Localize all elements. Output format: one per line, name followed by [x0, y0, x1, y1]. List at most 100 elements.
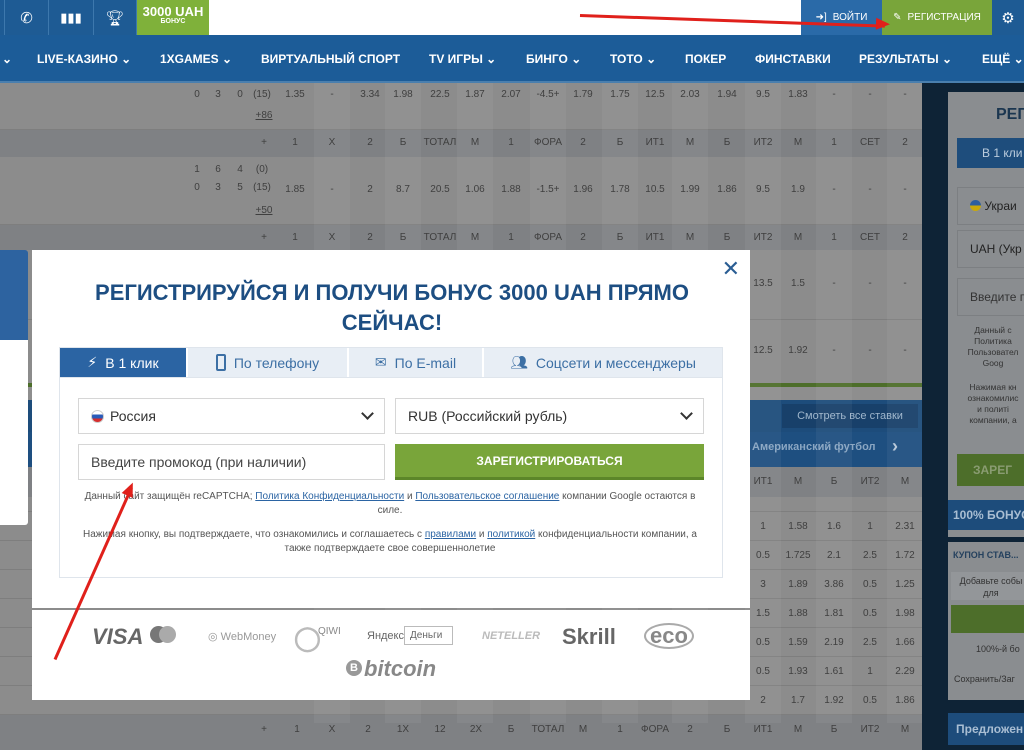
policy-link[interactable]: политикой	[487, 529, 535, 540]
odds-cell[interactable]: -	[817, 89, 851, 100]
nav-item[interactable]: ТОТО ⌄	[610, 35, 656, 83]
odds-cell[interactable]: 2.5	[853, 550, 887, 561]
nav-item[interactable]: ФИНСТАВКИ	[755, 35, 831, 83]
odds-cell[interactable]: 1.78	[603, 184, 637, 195]
tab-one-click[interactable]: ⚡︎ В 1 клик	[60, 348, 188, 377]
odds-cell[interactable]: 1.92	[817, 695, 851, 706]
sidebar-one-click-tab[interactable]: В 1 кли	[957, 138, 1024, 168]
odds-cell[interactable]: 12.5	[746, 345, 780, 356]
bonus-button[interactable]: 3000 UAH БОНУС	[137, 0, 209, 35]
odds-cell[interactable]: -	[315, 89, 349, 100]
nav-item[interactable]: ВИРТУАЛЬНЫЙ СПОРТ	[261, 35, 400, 83]
tab-social[interactable]: 👥︎ Соцсети и мессенджеры	[484, 348, 722, 377]
nav-item[interactable]: РЕЗУЛЬТАТЫ ⌄	[859, 35, 952, 83]
odds-cell[interactable]: -4.5+	[531, 89, 565, 100]
sidebar-bonus-banner[interactable]: 100% БОНУС	[948, 500, 1024, 530]
odds-cell[interactable]: 0.5	[746, 637, 780, 648]
nav-item[interactable]: БИНГО ⌄	[526, 35, 581, 83]
promo-input[interactable]: Введите промокод (при наличии)	[78, 444, 385, 480]
odds-cell[interactable]: 0.5	[853, 579, 887, 590]
odds-cell[interactable]: -	[888, 345, 922, 356]
sidebar-register-button[interactable]: ЗАРЕГ	[957, 454, 1024, 486]
odds-cell[interactable]: 2	[353, 184, 387, 195]
trophy-button[interactable]: 🏆︎	[94, 0, 137, 35]
odds-cell[interactable]: 8.7	[386, 184, 420, 195]
odds-cell[interactable]: 1.99	[673, 184, 707, 195]
odds-cell[interactable]: 2.29	[888, 666, 922, 677]
odds-cell[interactable]: 1.7	[781, 695, 815, 706]
odds-cell[interactable]: -	[853, 89, 887, 100]
odds-cell[interactable]: 1.86	[888, 695, 922, 706]
odds-cell[interactable]: 1.88	[781, 608, 815, 619]
tab-email[interactable]: ✉ По E-mail	[349, 348, 484, 377]
odds-cell[interactable]: 1.06	[458, 184, 492, 195]
odds-cell[interactable]: -	[817, 345, 851, 356]
odds-cell[interactable]: 1.96	[566, 184, 600, 195]
odds-cell[interactable]: -	[817, 278, 851, 289]
terms-link[interactable]: Пользовательское соглашение	[415, 491, 559, 502]
rules-link[interactable]: правилами	[425, 529, 476, 540]
odds-cell[interactable]: 20.5	[423, 184, 457, 195]
privacy-policy-link[interactable]: Политика Конфиденциальности	[255, 491, 404, 502]
odds-cell[interactable]: 2	[746, 695, 780, 706]
odds-cell[interactable]: 1.79	[566, 89, 600, 100]
odds-cell[interactable]: 1.59	[781, 637, 815, 648]
odds-cell[interactable]: 13.5	[746, 278, 780, 289]
odds-cell[interactable]: 3.34	[353, 89, 387, 100]
currency-select[interactable]: RUB (Российский рубль)	[395, 398, 704, 434]
nav-item[interactable]: TV ИГРЫ ⌄	[429, 35, 496, 83]
nav-item[interactable]: ЕЩЁ ⌄	[982, 35, 1024, 83]
odds-cell[interactable]: 2.19	[817, 637, 851, 648]
odds-cell[interactable]: 9.5	[746, 184, 780, 195]
sidebar-currency-select[interactable]: UAH (Укр	[957, 230, 1024, 268]
odds-cell[interactable]: 10.5	[638, 184, 672, 195]
odds-cell[interactable]: 1.92	[781, 345, 815, 356]
phone-button[interactable]: ✆	[5, 0, 49, 35]
nav-chevron-icon[interactable]: ⌄	[2, 35, 12, 83]
odds-cell[interactable]: -	[888, 184, 922, 195]
odds-cell[interactable]: 3	[746, 579, 780, 590]
odds-cell[interactable]: 1	[853, 666, 887, 677]
odds-cell[interactable]: -	[853, 345, 887, 356]
odds-cell[interactable]: 1.58	[781, 521, 815, 532]
odds-cell[interactable]: 2.31	[888, 521, 922, 532]
odds-cell[interactable]: -	[853, 184, 887, 195]
odds-cell[interactable]: 1.88	[494, 184, 528, 195]
odds-cell[interactable]: 1.725	[781, 550, 815, 561]
nav-item[interactable]: ПОКЕР	[685, 35, 726, 83]
odds-cell[interactable]: 12.5	[638, 89, 672, 100]
odds-cell[interactable]: 1.94	[710, 89, 744, 100]
login-button[interactable]: ➜] ВОЙТИ	[801, 0, 882, 35]
stats-button[interactable]: ▮▮▮	[49, 0, 94, 35]
odds-cell[interactable]: 1.9	[781, 184, 815, 195]
odds-cell[interactable]: 1.83	[781, 89, 815, 100]
country-select[interactable]: Россия	[78, 398, 385, 434]
odds-cell[interactable]: 1.81	[817, 608, 851, 619]
register-button[interactable]: ✎ РЕГИСТРАЦИЯ	[882, 0, 992, 35]
odds-cell[interactable]: 0.5	[853, 608, 887, 619]
odds-cell[interactable]: 1	[853, 521, 887, 532]
odds-cell[interactable]: 0.5	[746, 550, 780, 561]
odds-cell[interactable]: 2.5	[853, 637, 887, 648]
save-load-link[interactable]: Сохранить/Заг	[954, 674, 1015, 684]
odds-cell[interactable]: 1.5	[781, 278, 815, 289]
odds-cell[interactable]: 1.6	[817, 521, 851, 532]
odds-cell[interactable]: 2.1	[817, 550, 851, 561]
odds-cell[interactable]: 1	[746, 521, 780, 532]
odds-cell[interactable]: 9.5	[746, 89, 780, 100]
odds-cell[interactable]: -	[315, 184, 349, 195]
sidebar-promo-input[interactable]: Введите п	[957, 278, 1024, 316]
odds-cell[interactable]: 2.03	[673, 89, 707, 100]
odds-cell[interactable]: 1.35	[278, 89, 312, 100]
odds-cell[interactable]: 22.5	[423, 89, 457, 100]
odds-cell[interactable]: -1.5+	[531, 184, 565, 195]
odds-cell[interactable]: 1.98	[888, 608, 922, 619]
odds-cell[interactable]: 1.93	[781, 666, 815, 677]
submit-register-button[interactable]: ЗАРЕГИСТРИРОВАТЬСЯ	[395, 444, 704, 480]
odds-cell[interactable]: 1.87	[458, 89, 492, 100]
odds-cell[interactable]: -	[853, 278, 887, 289]
odds-cell[interactable]: -	[817, 184, 851, 195]
odds-cell[interactable]: 0.5	[746, 666, 780, 677]
odds-cell[interactable]: 1.25	[888, 579, 922, 590]
odds-cell[interactable]: 1.61	[817, 666, 851, 677]
